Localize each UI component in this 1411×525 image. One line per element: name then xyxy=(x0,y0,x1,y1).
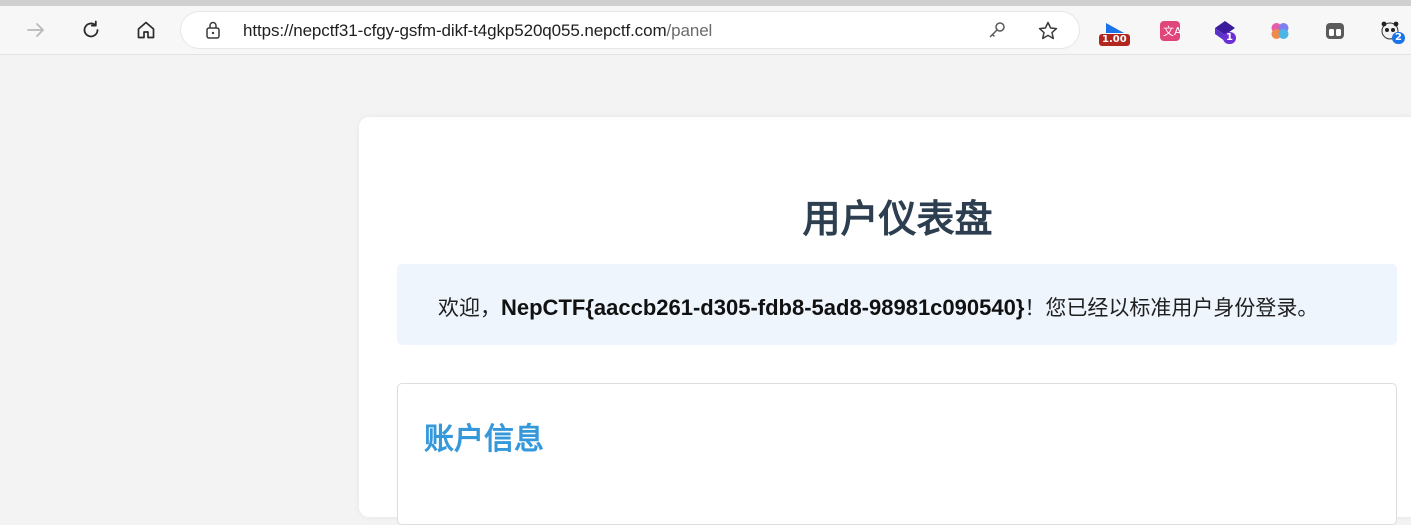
section-heading: 账户信息 xyxy=(424,422,544,457)
key-icon[interactable] xyxy=(987,20,1007,40)
refresh-button[interactable] xyxy=(75,14,107,46)
address-url[interactable]: https://nepctf31-cfgy-gsfm-dikf-t4gkp520… xyxy=(243,21,712,41)
page-title: 用户仪表盘 xyxy=(802,197,993,241)
url-path: /panel xyxy=(666,21,713,40)
address-bar[interactable]: https://nepctf31-cfgy-gsfm-dikf-t4gkp520… xyxy=(181,12,1079,48)
panda-extension-badge: 2 xyxy=(1392,32,1405,44)
svg-text:文A: 文A xyxy=(1163,24,1181,38)
home-button[interactable] xyxy=(130,14,162,46)
welcome-message: 欢迎，NepCTF{aaccb261-d305-fdb8-5ad8-98981c… xyxy=(438,292,1318,322)
forward-icon xyxy=(27,23,44,37)
forward-button[interactable] xyxy=(20,14,52,46)
home-icon xyxy=(137,21,155,39)
star-icon[interactable] xyxy=(1036,19,1060,43)
speed-extension-icon[interactable]: 1.00 xyxy=(1099,17,1130,46)
browser-toolbar: https://nepctf31-cfgy-gsfm-dikf-t4gkp520… xyxy=(0,6,1411,55)
tab-extension-icon[interactable] xyxy=(1321,17,1349,45)
purple-extension-badge: 1 xyxy=(1223,32,1236,44)
speed-extension-badge: 1.00 xyxy=(1099,34,1130,46)
welcome-username: NepCTF{aaccb261-d305-fdb8-5ad8-98981c090… xyxy=(501,295,1025,320)
welcome-prefix: 欢迎， xyxy=(438,296,501,320)
welcome-suffix: ！您已经以标准用户身份登录。 xyxy=(1024,296,1319,320)
lock-icon[interactable] xyxy=(203,20,223,40)
welcome-banner: 欢迎，NepCTF{aaccb261-d305-fdb8-5ad8-98981c… xyxy=(397,264,1397,345)
purple-extension-icon[interactable]: 1 xyxy=(1211,17,1239,45)
translate-extension-icon[interactable]: 文A xyxy=(1156,17,1184,45)
panda-extension-icon[interactable]: 2 xyxy=(1376,17,1405,45)
brain-extension-icon[interactable] xyxy=(1266,17,1294,45)
refresh-icon xyxy=(83,20,99,38)
url-host: https://nepctf31-cfgy-gsfm-dikf-t4gkp520… xyxy=(243,21,667,40)
account-info-section: 账户信息 xyxy=(397,383,1397,525)
